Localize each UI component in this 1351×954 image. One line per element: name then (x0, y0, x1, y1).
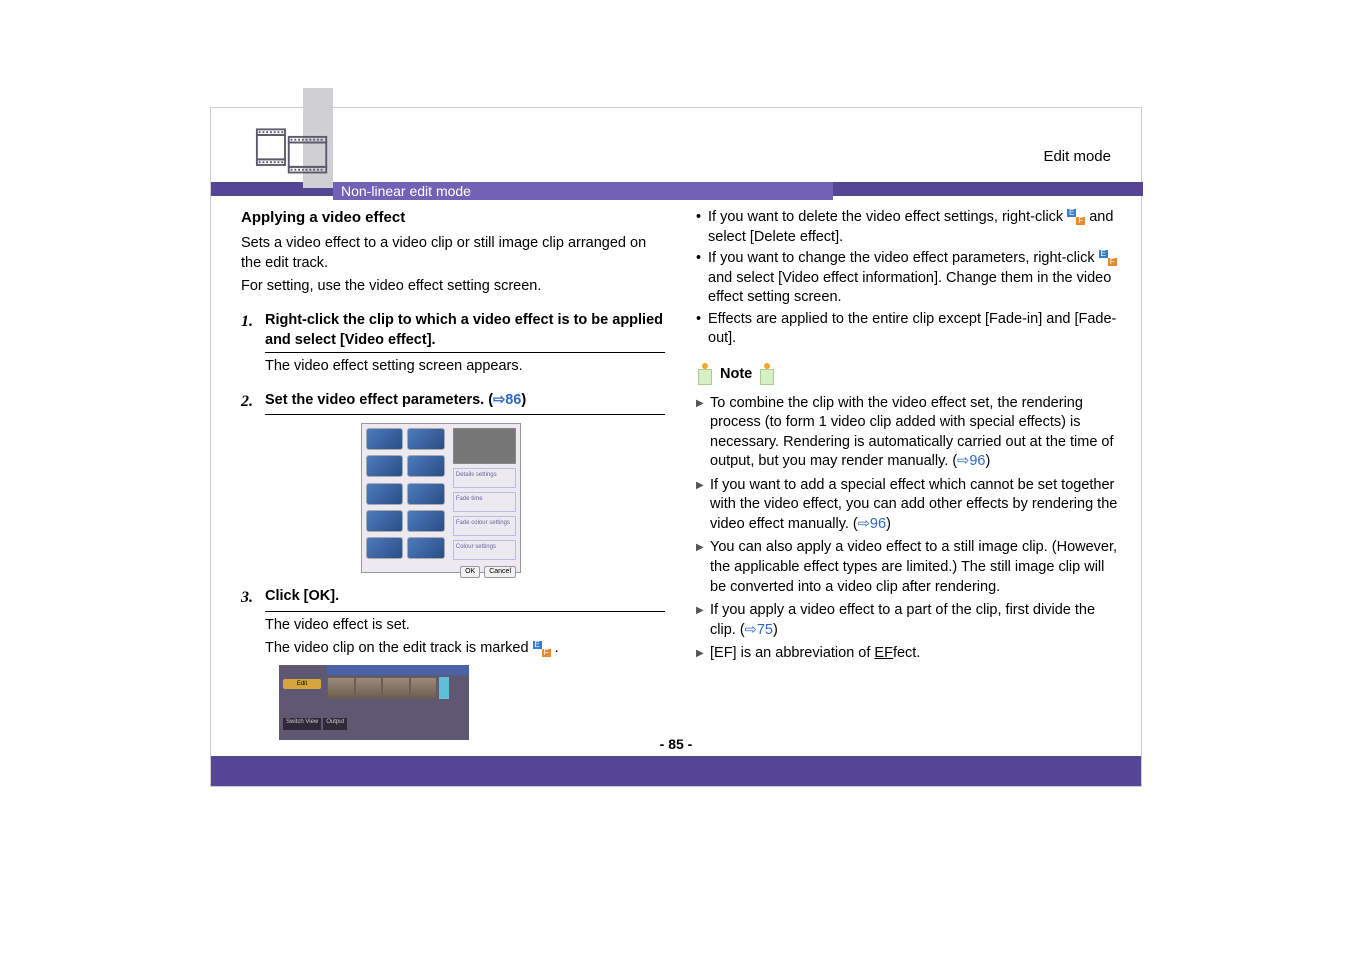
note-item: [EF] is an abbreviation of EFfect. (696, 644, 1121, 664)
ef-marker (439, 677, 449, 699)
ef-marker-icon (1099, 250, 1117, 266)
note-item: To combine the clip with the video effec… (696, 394, 1121, 472)
link-arrow-icon: ⇨ (858, 516, 870, 532)
note-item: You can also apply a video effect to a s… (696, 538, 1121, 597)
mode-label: Edit mode (1043, 148, 1111, 165)
content-columns: Applying a video effect Sets a video eff… (241, 208, 1121, 740)
step-number: 3. (241, 587, 259, 609)
ef-underline: EF (874, 645, 893, 661)
dialog-buttons: OK Cancel (362, 564, 520, 579)
divider (265, 611, 665, 612)
link-arrow-icon: ⇨ (745, 622, 757, 638)
page-link-75[interactable]: 75 (757, 622, 773, 638)
section-title: Applying a video effect (241, 208, 666, 228)
effect-cell (407, 537, 444, 559)
effect-cell (407, 428, 444, 450)
bullet-item: Effects are applied to the entire clip e… (696, 310, 1121, 349)
effect-cell (366, 428, 403, 450)
filmstrip-icon (255, 120, 330, 180)
output-tab: Output (323, 718, 347, 730)
b1-a: If you want to delete the video effect s… (708, 209, 1067, 225)
ef-marker-icon (533, 641, 551, 657)
n5-a: [EF] is an abbreviation of (710, 645, 874, 661)
step-2: 2. Set the video effect parameters. (⇨86… (241, 391, 666, 413)
effect-cell (407, 483, 444, 505)
step-number: 1. (241, 311, 259, 350)
link-arrow-icon: ⇨ (493, 392, 505, 408)
intro-text: Sets a video effect to a video clip or s… (241, 234, 666, 273)
left-column: Applying a video effect Sets a video eff… (241, 208, 666, 740)
n2-a: If you want to add a special effect whic… (710, 477, 1117, 532)
step-2-text-b: ) (521, 392, 526, 408)
opt-colour: Colour settings (453, 540, 516, 560)
footer-bar (211, 756, 1141, 786)
step-1-body: The video effect setting screen appears. (265, 357, 666, 377)
note-item: If you apply a video effect to a part of… (696, 601, 1121, 640)
note-label: Note (720, 365, 752, 385)
page-link-96b[interactable]: 96 (870, 516, 886, 532)
pushpin-note-icon (696, 363, 714, 387)
effect-cell (366, 537, 403, 559)
step-title: Set the video effect parameters. (⇨86) (265, 391, 666, 413)
step-title: Click [OK]. (265, 587, 666, 609)
step-title: Right-click the clip to which a video ef… (265, 311, 666, 350)
bullet-item: If you want to delete the video effect s… (696, 208, 1121, 247)
clip-thumbnails (327, 677, 437, 699)
opt-fadetime: Fade time (453, 492, 516, 512)
step-3-body1: The video effect is set. (265, 616, 666, 636)
bullet-list: If you want to delete the video effect s… (696, 208, 1121, 349)
divider (265, 352, 665, 353)
effect-dialog-screenshot: Details settings Fade time Fade colour s… (361, 423, 521, 573)
step-3-text-b: . (555, 640, 559, 656)
document-page: Edit mode Non-linear edit mode Applying … (210, 107, 1142, 787)
link-arrow-icon: ⇨ (957, 453, 969, 469)
opt-fadecolour: Fade colour settings (453, 516, 516, 536)
timeline-screenshot: Edit Switch View Output (279, 665, 469, 740)
timeline-ruler (327, 665, 469, 675)
effect-grid (362, 424, 449, 564)
effect-cell (366, 510, 403, 532)
step-3-body2: The video clip on the edit track is mark… (265, 639, 666, 659)
n2-b: ) (886, 516, 891, 532)
n1-a: To combine the clip with the video effec… (710, 395, 1114, 470)
effect-cell (366, 483, 403, 505)
ef-marker-icon (1067, 209, 1085, 225)
switch-view-tab: Switch View (283, 718, 321, 730)
right-column: If you want to delete the video effect s… (696, 208, 1121, 740)
effect-cell (366, 455, 403, 477)
step-number: 2. (241, 391, 259, 413)
page-link-96[interactable]: 96 (969, 453, 985, 469)
note-item: If you want to add a special effect whic… (696, 476, 1121, 535)
cancel-button: Cancel (484, 566, 516, 577)
intro-text-2: For setting, use the video effect settin… (241, 277, 666, 297)
b2-a: If you want to change the video effect p… (708, 250, 1099, 266)
step-3-text-a: The video clip on the edit track is mark… (265, 640, 533, 656)
step-1: 1. Right-click the clip to which a video… (241, 311, 666, 350)
subheader-bar: Non-linear edit mode (333, 182, 833, 200)
n4-b: ) (773, 622, 778, 638)
effect-cell (407, 510, 444, 532)
step-3: 3. Click [OK]. (241, 587, 666, 609)
bullet-item: If you want to change the video effect p… (696, 249, 1121, 308)
note-header: Note (696, 363, 776, 387)
ok-button: OK (460, 566, 480, 577)
note-list: To combine the clip with the video effec… (696, 394, 1121, 664)
divider (265, 414, 665, 415)
effect-options: Details settings Fade time Fade colour s… (449, 424, 520, 564)
pushpin-note-icon (758, 363, 776, 387)
n1-b: ) (985, 453, 990, 469)
b2-b: and select [Video effect information]. C… (708, 270, 1111, 306)
opt-details: Details settings (453, 468, 516, 488)
effect-preview (453, 428, 516, 464)
step-2-text-a: Set the video effect parameters. ( (265, 392, 493, 408)
effect-cell (407, 455, 444, 477)
n5-c: fect. (893, 645, 920, 661)
page-number: - 85 - (211, 736, 1141, 752)
edit-tab: Edit (283, 679, 321, 689)
page-link-86[interactable]: 86 (505, 392, 521, 408)
